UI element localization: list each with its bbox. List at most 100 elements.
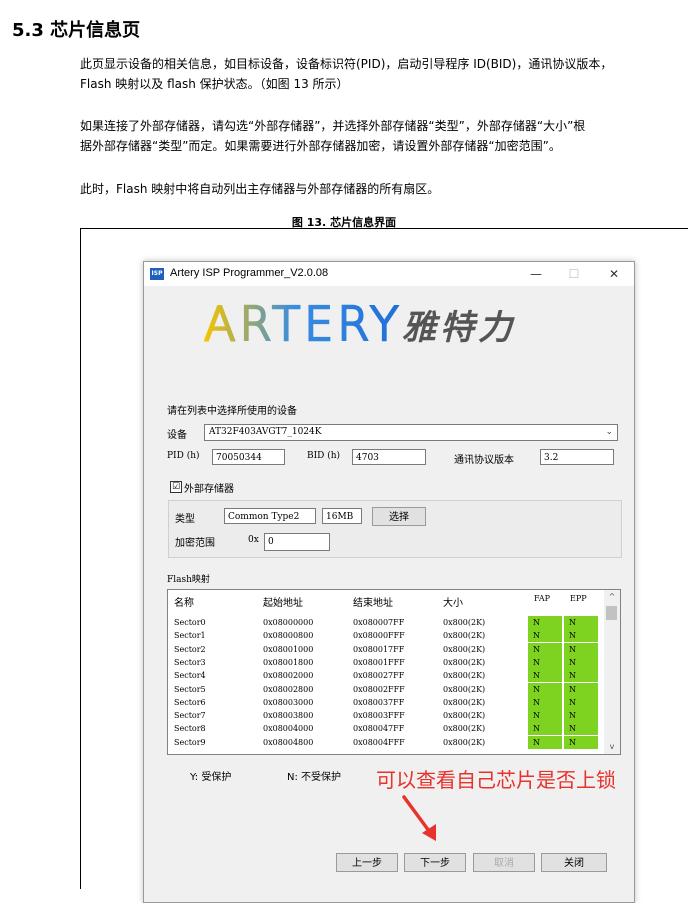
fap-flag: N — [528, 695, 562, 709]
start-address: 0x08000000 — [263, 618, 314, 627]
end-address: 0x080047FF — [353, 724, 405, 734]
epp-flag: N — [564, 655, 598, 669]
pid-label: PID (h) — [167, 451, 200, 461]
epp-flag: N — [564, 709, 598, 723]
table-row[interactable]: Sector7 0x08003800 0x08003FFF 0x800(2K) N N — [168, 709, 604, 723]
close-window-button[interactable]: ✕ — [604, 264, 624, 284]
start-address: 0x08001000 — [263, 644, 314, 654]
scroll-thumb[interactable] — [606, 606, 617, 620]
flash-map-label: Flash映射 — [167, 575, 210, 585]
fap-flag: N — [528, 735, 562, 749]
section-heading: 5.3 芯片信息页 — [12, 20, 141, 41]
encryption-range-label: 加密范围 — [175, 538, 215, 549]
isp-app-icon: ISP — [150, 268, 164, 280]
type-label: 类型 — [175, 514, 195, 525]
start-address: 0x08003800 — [263, 711, 314, 721]
start-address: 0x08004000 — [263, 724, 314, 734]
epp-flag: N — [564, 629, 598, 643]
epp-flag: N — [564, 735, 598, 749]
cancel-button[interactable]: 取消 — [473, 853, 535, 872]
scroll-down-icon[interactable]: v — [604, 740, 620, 754]
device-combobox[interactable]: AT32F403AVGT7_1024K ⌄ — [204, 424, 618, 441]
epp-flag: N — [564, 669, 598, 683]
table-row[interactable]: Sector9 0x08004800 0x08004FFF 0x800(2K) N N — [168, 735, 604, 749]
logo-brand-text: ARTERY — [204, 297, 402, 351]
col-header-name: 名称 — [174, 598, 194, 609]
end-address: 0x080037FF — [353, 697, 405, 707]
fap-flag: N — [528, 655, 562, 669]
end-address: 0x080007FF — [353, 618, 405, 627]
table-row[interactable]: Sector0 0x08000000 0x080007FF 0x800(2K) N N — [168, 616, 604, 629]
title-bar[interactable]: ISP Artery ISP Programmer_V2.0.08 — ☐ ✕ — [144, 262, 634, 286]
sector-size: 0x800(2K) — [443, 724, 486, 734]
annotation-arrow — [402, 795, 436, 841]
table-row[interactable]: Sector6 0x08003000 0x080037FF 0x800(2K) N N — [168, 695, 604, 709]
logo-chinese-text: 雅特力 — [402, 308, 516, 348]
paragraph-1-line-2: Flash 映射以及 flash 保护状态。（如图 13 所示） — [80, 77, 349, 91]
chevron-down-icon: ⌄ — [605, 427, 613, 437]
table-row[interactable]: Sector2 0x08001000 0x080017FF 0x800(2K) N N — [168, 642, 604, 656]
flash-map-list[interactable]: 名称 起始地址 结束地址 大小 FAP EPP Sector0 0x0800000… — [167, 589, 621, 755]
epp-flag: N — [564, 642, 598, 656]
close-button[interactable]: 关闭 — [541, 853, 607, 872]
maximize-button[interactable]: ☐ — [564, 264, 584, 284]
device-label: 设备 — [167, 430, 187, 441]
table-row[interactable]: Sector8 0x08004000 0x080047FF 0x800(2K) N N — [168, 722, 604, 736]
sector-size: 0x800(2K) — [443, 657, 486, 667]
end-address: 0x08003FFF — [353, 711, 405, 721]
sector-size: 0x800(2K) — [443, 711, 486, 721]
annotation-text: 可以查看自己芯片是否上锁 — [376, 768, 616, 792]
sector-size: 0x800(2K) — [443, 618, 486, 627]
scroll-up-icon[interactable]: ^ — [604, 590, 620, 604]
start-address: 0x08002000 — [263, 671, 314, 681]
fap-flag: N — [528, 629, 562, 643]
select-button[interactable]: 选择 — [372, 507, 426, 526]
end-address: 0x08000FFF — [353, 631, 405, 641]
prev-step-button[interactable]: 上一步 — [336, 853, 398, 872]
external-memory-checkbox[interactable]: ☑ — [170, 481, 182, 493]
paragraph-2-line-2: 据外部存储器“类型”而定。如果需要进行外部存储器加密，请设置外部存储器“加密范围… — [80, 139, 561, 153]
col-header-epp: EPP — [570, 594, 587, 603]
paragraph-1-line-1: 此页显示设备的相关信息，如目标设备，设备标识符(PID)，启动引导程序 ID(B… — [80, 57, 613, 71]
col-header-start: 起始地址 — [263, 598, 303, 609]
table-row[interactable]: Sector3 0x08001800 0x08001FFF 0x800(2K) N N — [168, 655, 604, 669]
sector-name: Sector5 — [174, 684, 206, 694]
fap-flag: N — [528, 642, 562, 656]
epp-flag: N — [564, 695, 598, 709]
table-row[interactable]: Sector1 0x08000800 0x08000FFF 0x800(2K) N N — [168, 629, 604, 643]
sector-size: 0x800(2K) — [443, 644, 486, 654]
legend-protected: Y: 受保护 — [190, 772, 232, 783]
encryption-range-input[interactable]: 0 — [264, 533, 330, 551]
col-header-size: 大小 — [443, 598, 463, 609]
fap-flag: N — [528, 616, 562, 629]
table-row[interactable]: Sector5 0x08002800 0x08002FFF 0x800(2K) N N — [168, 682, 604, 696]
sector-name: Sector7 — [174, 711, 206, 721]
table-row[interactable]: Sector4 0x08002000 0x080027FF 0x800(2K) N N — [168, 669, 604, 683]
device-select-prompt: 请在列表中选择所使用的设备 — [167, 406, 297, 417]
start-address: 0x08000800 — [263, 631, 314, 641]
bid-label: BID (h) — [307, 451, 341, 461]
epp-flag: N — [564, 616, 598, 629]
epp-flag: N — [564, 682, 598, 696]
vertical-scrollbar[interactable]: ^ v — [604, 590, 620, 754]
sector-name: Sector1 — [174, 631, 206, 641]
minimize-button[interactable]: — — [526, 264, 546, 284]
memory-type-field[interactable]: Common Type2 — [224, 508, 316, 524]
next-step-button[interactable]: 下一步 — [404, 853, 466, 872]
sector-name: Sector4 — [174, 671, 206, 681]
col-header-end: 结束地址 — [353, 598, 393, 609]
protocol-version-field[interactable]: 3.2 — [540, 449, 614, 465]
end-address: 0x08001FFF — [353, 657, 405, 667]
fap-flag: N — [528, 709, 562, 723]
fap-flag: N — [528, 682, 562, 696]
device-value: AT32F403AVGT7_1024K — [209, 427, 322, 437]
sector-name: Sector3 — [174, 657, 206, 667]
protocol-version-label: 通讯协议版本 — [454, 455, 514, 466]
isp-programmer-window: ISP Artery ISP Programmer_V2.0.08 — ☐ ✕ … — [143, 261, 635, 903]
fap-flag: N — [528, 722, 562, 736]
bid-field[interactable]: 4703 — [352, 449, 426, 465]
pid-field[interactable]: 70050344 — [212, 449, 285, 465]
memory-size-field[interactable]: 16MB — [322, 508, 362, 524]
paragraph-3: 此时，Flash 映射中将自动列出主存储器与外部存储器的所有扇区。 — [80, 182, 440, 196]
start-address: 0x08004800 — [263, 737, 314, 747]
